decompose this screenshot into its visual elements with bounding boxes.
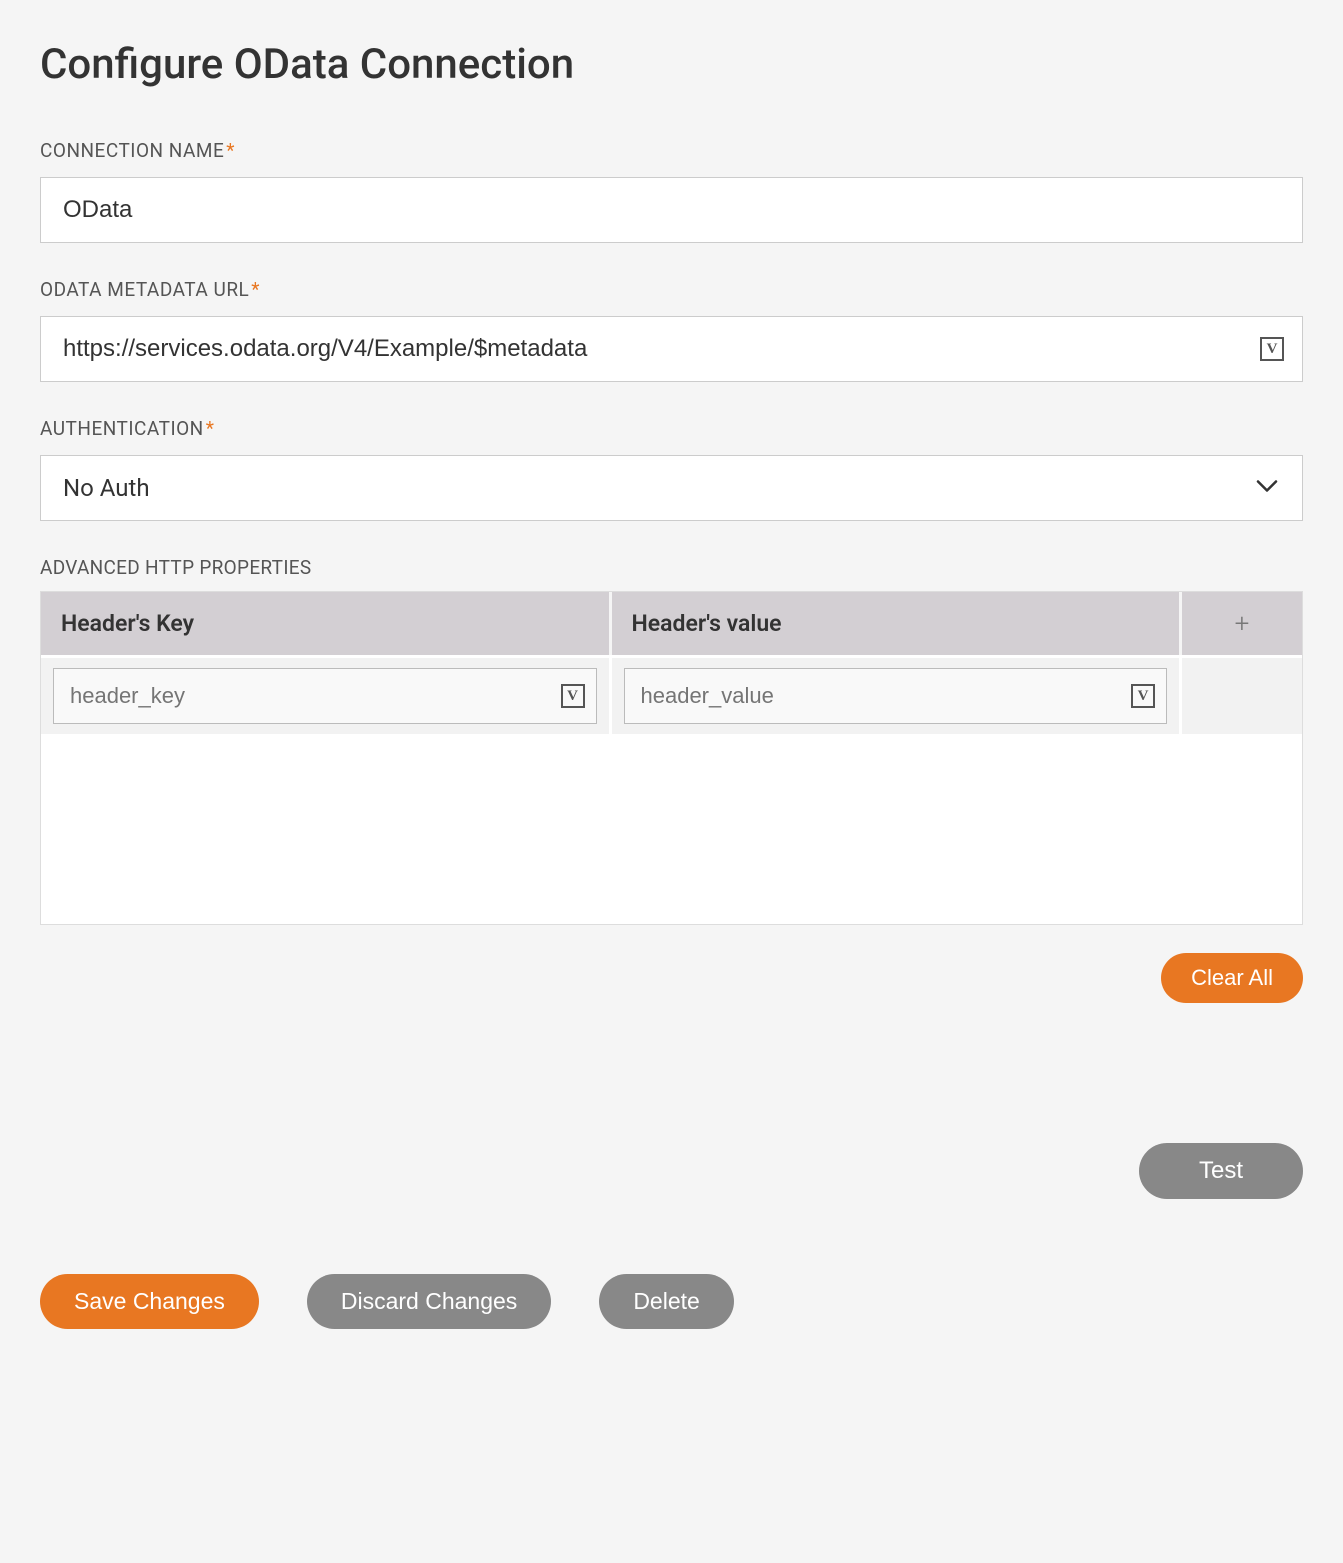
- v-box-icon: V: [1260, 337, 1284, 361]
- header-value-input[interactable]: [624, 668, 1168, 724]
- required-marker: *: [226, 139, 235, 162]
- save-changes-button[interactable]: Save Changes: [40, 1274, 259, 1329]
- authentication-group: AUTHENTICATION* No Auth: [40, 417, 1303, 521]
- header-value-cell: V: [612, 658, 1183, 734]
- variable-picker-icon[interactable]: V: [561, 684, 585, 708]
- clear-all-row: Clear All: [40, 953, 1303, 1003]
- authentication-select[interactable]: No Auth: [40, 455, 1303, 521]
- row-spacer: [1182, 658, 1302, 734]
- table-empty-area: [41, 734, 1302, 924]
- variable-picker-icon[interactable]: V: [1131, 684, 1155, 708]
- table-header-row: Header's Key Header's value +: [41, 592, 1302, 655]
- test-row: Test: [40, 1143, 1303, 1199]
- test-button[interactable]: Test: [1139, 1143, 1303, 1199]
- header-key-cell: V: [41, 658, 612, 734]
- metadata-url-label-text: ODATA METADATA URL: [40, 278, 249, 301]
- advanced-http-section: ADVANCED HTTP PROPERTIES Header's Key He…: [40, 556, 1303, 1003]
- header-key-column: Header's Key: [41, 592, 612, 655]
- table-row: V V: [41, 655, 1302, 734]
- metadata-url-label: ODATA METADATA URL*: [40, 278, 1303, 301]
- action-row: Save Changes Discard Changes Delete: [40, 1274, 1303, 1329]
- header-key-input-wrapper: V: [53, 668, 597, 724]
- header-value-input-wrapper: V: [624, 668, 1168, 724]
- page-title: Configure OData Connection: [40, 40, 1303, 89]
- variable-picker-icon[interactable]: V: [1259, 336, 1285, 362]
- authentication-label-text: AUTHENTICATION: [40, 417, 204, 440]
- headers-table: Header's Key Header's value + V V: [40, 591, 1303, 925]
- required-marker: *: [206, 417, 215, 440]
- authentication-select-wrapper: No Auth: [40, 455, 1303, 521]
- connection-name-group: CONNECTION NAME*: [40, 139, 1303, 243]
- metadata-url-group: ODATA METADATA URL* V: [40, 278, 1303, 382]
- metadata-url-wrapper: V: [40, 316, 1303, 382]
- header-key-input[interactable]: [53, 668, 597, 724]
- add-header-button[interactable]: +: [1182, 592, 1302, 655]
- delete-button[interactable]: Delete: [599, 1274, 733, 1329]
- connection-name-input[interactable]: [40, 177, 1303, 243]
- required-marker: *: [251, 278, 260, 301]
- header-value-column: Header's value: [612, 592, 1183, 655]
- advanced-section-label: ADVANCED HTTP PROPERTIES: [40, 556, 1303, 579]
- connection-name-label: CONNECTION NAME*: [40, 139, 1303, 162]
- authentication-label: AUTHENTICATION*: [40, 417, 1303, 440]
- connection-name-label-text: CONNECTION NAME: [40, 139, 224, 162]
- clear-all-button[interactable]: Clear All: [1161, 953, 1303, 1003]
- metadata-url-input[interactable]: [40, 316, 1303, 382]
- discard-changes-button[interactable]: Discard Changes: [307, 1274, 551, 1329]
- plus-icon: +: [1235, 609, 1250, 639]
